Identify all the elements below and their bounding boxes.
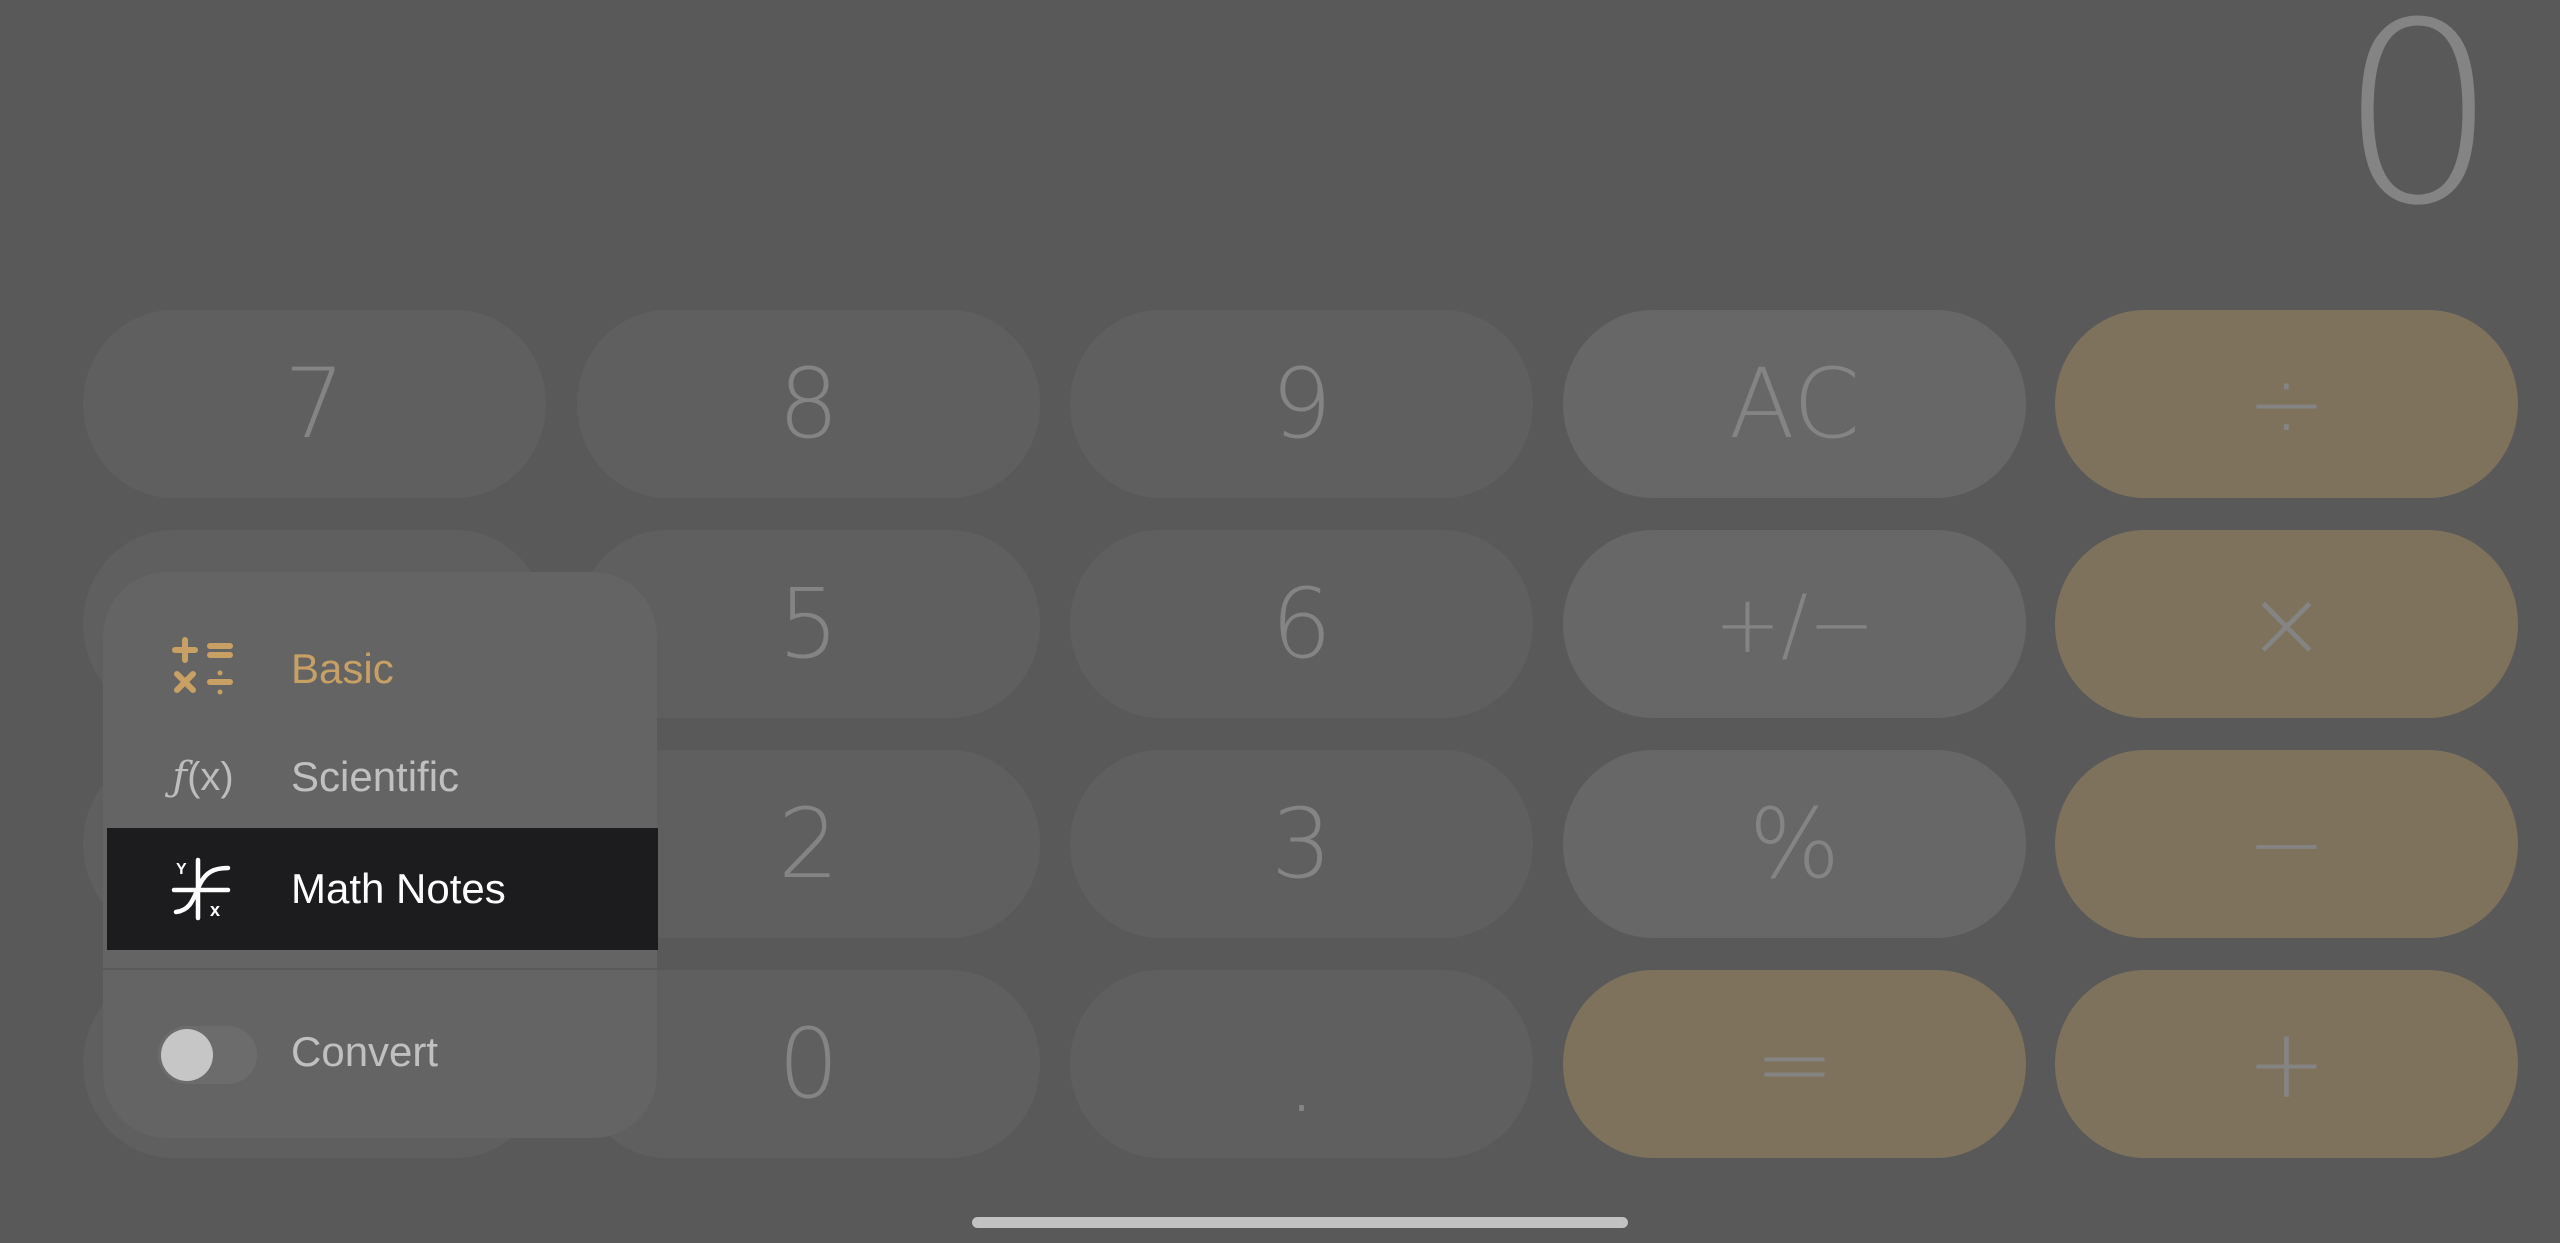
menu-item-scientific[interactable]: ƒ (x) Scientific xyxy=(103,722,657,832)
result-display: 0 xyxy=(2338,0,2498,260)
key-label: AC xyxy=(1728,348,1860,460)
toggle-knob xyxy=(161,1029,213,1081)
key-8[interactable]: 8 xyxy=(577,310,1040,498)
key-label: + xyxy=(2246,1008,2327,1120)
key-plus-minus[interactable]: +/− xyxy=(1563,530,2026,718)
key-label: 5 xyxy=(777,568,840,680)
home-indicator[interactable] xyxy=(972,1217,1628,1228)
key-label: 8 xyxy=(777,348,840,460)
key-label: 3 xyxy=(1270,788,1333,900)
function-fx-icon: ƒ (x) xyxy=(172,754,234,800)
key-divide[interactable]: ÷ xyxy=(2055,310,2518,498)
key-percent[interactable]: % xyxy=(1563,750,2026,938)
svg-text:x: x xyxy=(210,900,220,920)
key-label: − xyxy=(2246,788,2327,900)
math-notes-graph-icon: Y x xyxy=(165,854,241,924)
key-7[interactable]: 7 xyxy=(83,310,546,498)
menu-item-label: Scientific xyxy=(291,753,460,800)
key-label: +/− xyxy=(1713,577,1875,671)
key-label: 6 xyxy=(1270,568,1333,680)
key-9[interactable]: 9 xyxy=(1070,310,1533,498)
menu-divider xyxy=(103,968,657,970)
convert-row: Convert xyxy=(103,1000,657,1110)
key-label: 7 xyxy=(283,348,346,460)
key-multiply[interactable]: × xyxy=(2055,530,2518,718)
key-all-clear[interactable]: AC xyxy=(1563,310,2026,498)
key-label: = xyxy=(1754,1008,1835,1120)
key-equals[interactable]: = xyxy=(1563,970,2026,1158)
menu-item-label: Basic xyxy=(291,645,394,692)
menu-item-label: Math Notes xyxy=(291,865,506,912)
key-3[interactable]: 3 xyxy=(1070,750,1533,938)
key-label: 2 xyxy=(777,788,840,900)
key-label: % xyxy=(1748,788,1841,900)
key-subtract[interactable]: − xyxy=(2055,750,2518,938)
key-add[interactable]: + xyxy=(2055,970,2518,1158)
key-decimal[interactable]: . xyxy=(1070,970,1533,1158)
key-label: . xyxy=(1286,1022,1317,1134)
svg-text:Y: Y xyxy=(176,861,187,878)
basic-operators-icon xyxy=(165,634,241,704)
key-label: 0 xyxy=(777,1008,840,1120)
key-label: × xyxy=(2246,568,2327,680)
key-6[interactable]: 6 xyxy=(1070,530,1533,718)
menu-item-basic[interactable]: Basic xyxy=(103,614,657,724)
key-label: ÷ xyxy=(2246,348,2327,460)
menu-item-math-notes[interactable]: Y x Math Notes xyxy=(107,828,658,950)
convert-toggle[interactable] xyxy=(158,1026,257,1084)
convert-label: Convert xyxy=(291,1028,439,1075)
key-label: 9 xyxy=(1270,348,1333,460)
